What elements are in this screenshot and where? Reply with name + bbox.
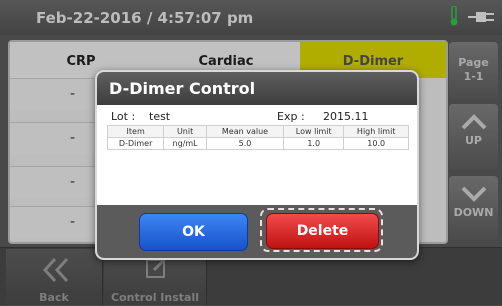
control-table: Item Unit Mean value Low limit High limi… bbox=[106, 125, 409, 150]
dialog-footer: OK Delete bbox=[97, 205, 417, 258]
d-dimer-control-dialog: D-Dimer Control Lot : test Exp : 2015.11… bbox=[95, 70, 419, 260]
lot-label: Lot : bbox=[111, 110, 136, 123]
table-header-row: Item Unit Mean value Low limit High limi… bbox=[106, 125, 409, 138]
col-item: Item bbox=[106, 125, 165, 138]
exp-value: 2015.11 bbox=[323, 110, 369, 123]
ok-button[interactable]: OK bbox=[139, 213, 248, 251]
col-high: High limit bbox=[343, 125, 409, 138]
exp-label: Exp : bbox=[277, 110, 305, 123]
delete-focus-ring: Delete bbox=[260, 208, 383, 252]
col-unit: Unit bbox=[163, 125, 207, 138]
dialog-title: D-Dimer Control bbox=[97, 72, 417, 105]
col-mean: Mean value bbox=[205, 125, 285, 138]
table-row[interactable]: D-Dimer ng/mL 5.0 1.0 10.0 bbox=[106, 137, 409, 150]
col-low: Low limit bbox=[283, 125, 345, 138]
delete-button[interactable]: Delete bbox=[266, 213, 379, 249]
lot-value: test bbox=[149, 110, 171, 123]
